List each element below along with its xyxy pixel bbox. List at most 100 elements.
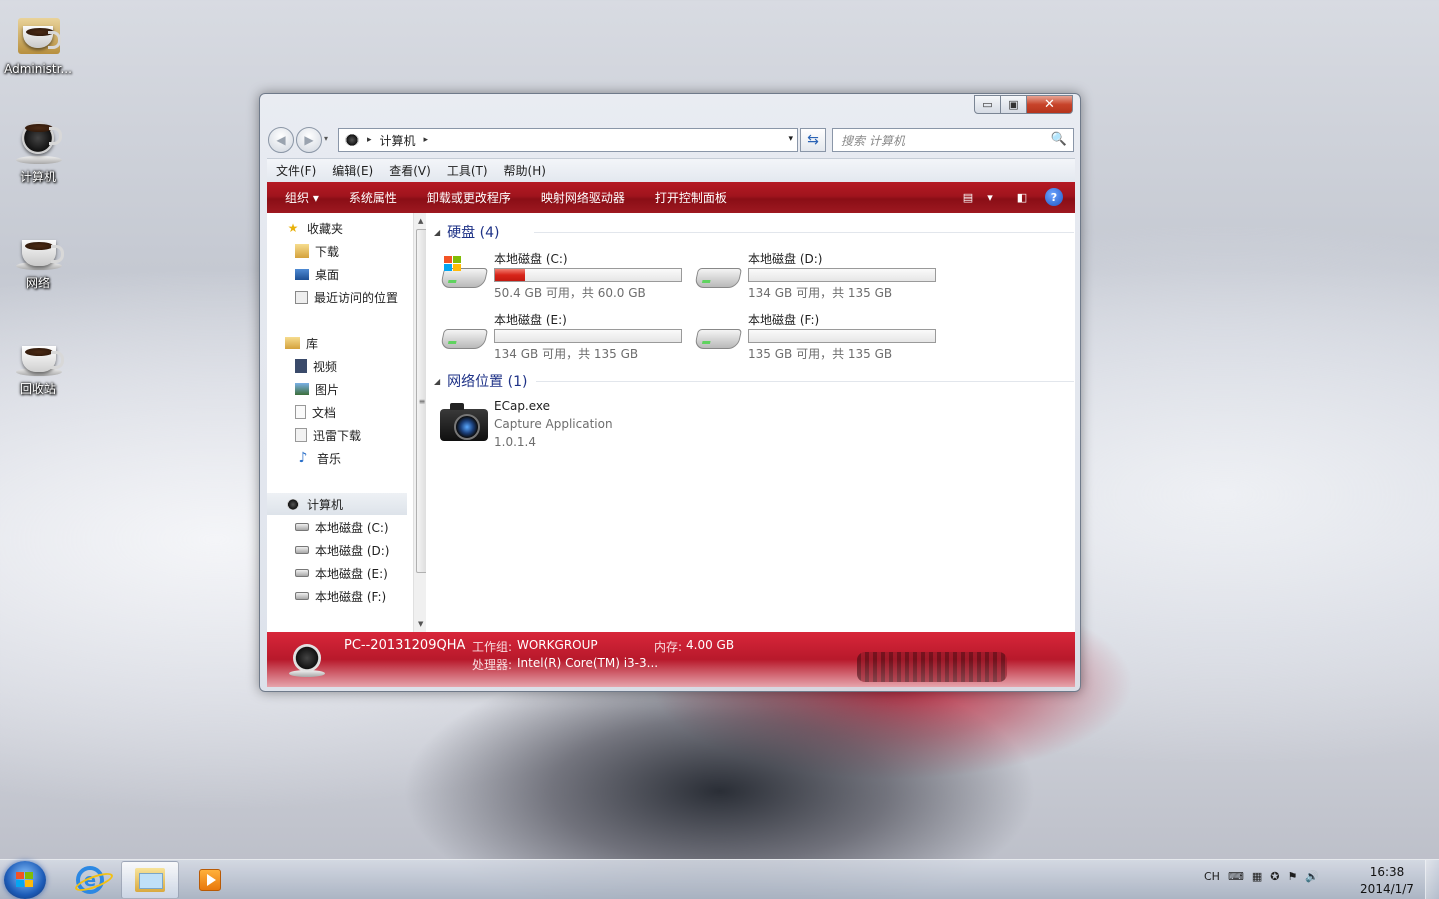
desktop-icon-label: 回收站	[19, 382, 56, 396]
address-dropdown-icon[interactable]: ▾	[788, 134, 793, 144]
desktop-icon-label: Administr...	[4, 62, 72, 76]
group-divider	[534, 232, 1074, 233]
windows-logo-icon	[16, 872, 34, 888]
pc-name: PC--20131209QHA	[344, 638, 466, 653]
xunlei-library-icon	[295, 428, 307, 442]
hard-drive-icon	[295, 592, 309, 600]
breadcrumb-separator-icon[interactable]: ▸	[424, 135, 429, 145]
drive-c[interactable]: 本地磁盘 (C:) 50.4 GB 可用，共 60.0 GB	[439, 250, 690, 306]
details-pane: PC--20131209QHA 工作组: WORKGROUP 内存: 4.00 …	[267, 632, 1075, 687]
close-button[interactable]: ✕	[1027, 95, 1073, 114]
forward-button[interactable]: ▶	[296, 127, 322, 153]
show-desktop-button[interactable]	[1425, 860, 1439, 899]
menu-help[interactable]: 帮助(H)	[504, 162, 546, 179]
organize-button[interactable]: 组织 ▾	[267, 189, 334, 206]
menu-edit[interactable]: 编辑(E)	[332, 162, 373, 179]
network-item-ecap[interactable]: ECap.exe Capture Application 1.0.1.4	[440, 399, 690, 459]
hard-drive-icon	[295, 569, 309, 577]
back-button[interactable]: ◀	[268, 127, 294, 153]
recycle-bin-icon	[14, 330, 64, 378]
clock[interactable]: 16:38 2014/1/7	[1356, 864, 1418, 898]
collapse-triangle-icon[interactable]: ◢	[434, 377, 440, 386]
tree-item-drive-f[interactable]: 本地磁盘 (F:)	[295, 585, 386, 607]
hard-drive-icon	[295, 546, 309, 554]
taskbar-windows-explorer[interactable]	[121, 861, 179, 899]
keyboard-icon[interactable]: ⌨	[1228, 870, 1244, 883]
minimize-button[interactable]: ▭	[974, 95, 1001, 114]
clock-time: 16:38	[1369, 865, 1405, 879]
action-center-icon[interactable]: ⚑	[1287, 870, 1297, 883]
search-icon[interactable]: 🔍	[1051, 132, 1067, 147]
tree-item-drive-e[interactable]: 本地磁盘 (E:)	[295, 562, 388, 584]
group-header-hard-disks[interactable]: ◢ 硬盘 (4)	[434, 222, 1074, 242]
change-view-icon[interactable]: ▤	[959, 188, 977, 206]
video-library-icon	[295, 359, 307, 373]
desktop-icon-computer[interactable]: 计算机	[0, 118, 76, 185]
tree-item-downloads[interactable]: 下载	[295, 240, 339, 262]
internet-explorer-icon: e	[76, 866, 104, 894]
tree-favorites[interactable]: ★ 收藏夹	[285, 217, 343, 239]
map-network-drive-button[interactable]: 映射网络驱动器	[526, 189, 640, 206]
desktop-icon-admin[interactable]: Administr...	[0, 12, 76, 76]
maximize-button[interactable]: ▣	[1001, 95, 1027, 114]
tree-libraries[interactable]: 库	[285, 332, 318, 354]
group-header-network-locations[interactable]: ◢ 网络位置 (1)	[434, 371, 1074, 391]
navigation-row: ◀ ▶ ▾ ▸ 计算机 ▸ ▾ ⇆ 搜索 计算机 🔍	[268, 126, 1074, 153]
tree-item-pictures[interactable]: 图片	[295, 378, 339, 400]
windows-explorer-icon	[135, 868, 165, 892]
uninstall-program-button[interactable]: 卸载或更改程序	[412, 189, 526, 206]
drive-f[interactable]: 本地磁盘 (F:) 135 GB 可用，共 135 GB	[693, 311, 944, 367]
collapse-triangle-icon[interactable]: ◢	[434, 228, 440, 237]
network-icon	[14, 224, 64, 272]
tree-item-documents[interactable]: 文档	[295, 401, 336, 423]
security-icon[interactable]: ✪	[1270, 870, 1279, 883]
tree-computer[interactable]: 计算机	[267, 493, 407, 515]
tree-item-music[interactable]: ♪ 音乐	[295, 447, 341, 469]
open-control-panel-button[interactable]: 打开控制面板	[640, 189, 742, 206]
taskbar-media-player[interactable]	[181, 861, 239, 899]
user-folder-icon	[14, 12, 62, 60]
media-player-icon	[199, 869, 221, 891]
picture-library-icon	[295, 383, 309, 395]
desktop-icon-network[interactable]: 网络	[0, 224, 76, 291]
navigation-pane: ★收藏夹 下载 桌面 最近访问的位置 库 视频 图片 文档 迅雷下载 ♪音乐	[267, 213, 430, 632]
system-drive-icon	[439, 256, 489, 292]
scroll-down-icon[interactable]: ▼	[418, 620, 423, 628]
refresh-button[interactable]: ⇆	[800, 128, 826, 152]
explorer-window: ▭ ▣ ✕ ◀ ▶ ▾ ▸ 计算机 ▸ ▾ ⇆ 搜索 计算机 🔍 文件(F) 编…	[259, 93, 1081, 692]
address-bar[interactable]: ▸ 计算机 ▸ ▾	[338, 128, 798, 152]
refresh-icon: ⇆	[807, 132, 819, 148]
breadcrumb-computer[interactable]: 计算机	[380, 132, 416, 149]
tree-item-videos[interactable]: 视频	[295, 355, 337, 377]
taskbar-internet-explorer[interactable]: e	[61, 861, 119, 899]
menu-tools[interactable]: 工具(T)	[447, 162, 488, 179]
breadcrumb-separator-icon[interactable]: ▸	[367, 135, 372, 145]
system-properties-button[interactable]: 系统属性	[334, 189, 412, 206]
desktop-icon-recycle-bin[interactable]: 回收站	[0, 330, 76, 397]
menu-view[interactable]: 查看(V)	[389, 162, 431, 179]
tree-item-xunlei-downloads[interactable]: 迅雷下载	[295, 424, 361, 446]
taskbar: e CH ⌨ ▦ ✪ ⚑ 🔊 16:38 2014/1/7	[0, 859, 1439, 899]
tree-item-recent-places[interactable]: 最近访问的位置	[295, 286, 398, 308]
tree-item-drive-d[interactable]: 本地磁盘 (D:)	[295, 539, 389, 561]
view-dropdown-icon[interactable]: ▾	[981, 188, 999, 206]
volume-icon[interactable]: 🔊	[1305, 870, 1319, 883]
tree-item-drive-c[interactable]: 本地磁盘 (C:)	[295, 516, 389, 538]
start-button[interactable]	[4, 861, 46, 899]
drive-d[interactable]: 本地磁盘 (D:) 134 GB 可用，共 135 GB	[693, 250, 944, 306]
preview-pane-icon[interactable]: ◧	[1013, 188, 1031, 206]
language-indicator[interactable]: CH	[1204, 870, 1220, 883]
drive-name: 本地磁盘 (D:)	[748, 252, 823, 266]
downloads-folder-icon	[295, 244, 309, 258]
recent-pages-dropdown[interactable]: ▾	[324, 134, 328, 143]
drive-e[interactable]: 本地磁盘 (E:) 134 GB 可用，共 135 GB	[439, 311, 690, 367]
command-bar: 组织 ▾ 系统属性 卸载或更改程序 映射网络驱动器 打开控制面板 ▤ ▾ ◧ ?	[267, 182, 1075, 213]
processor-label: 处理器:	[472, 658, 513, 672]
back-arrow-icon: ◀	[276, 133, 286, 147]
scroll-up-icon[interactable]: ▲	[418, 217, 423, 225]
search-input[interactable]: 搜索 计算机 🔍	[832, 128, 1074, 152]
network-status-icon[interactable]: ▦	[1252, 870, 1262, 883]
tree-item-desktop[interactable]: 桌面	[295, 263, 339, 285]
menu-file[interactable]: 文件(F)	[276, 162, 316, 179]
help-icon[interactable]: ?	[1045, 188, 1063, 206]
